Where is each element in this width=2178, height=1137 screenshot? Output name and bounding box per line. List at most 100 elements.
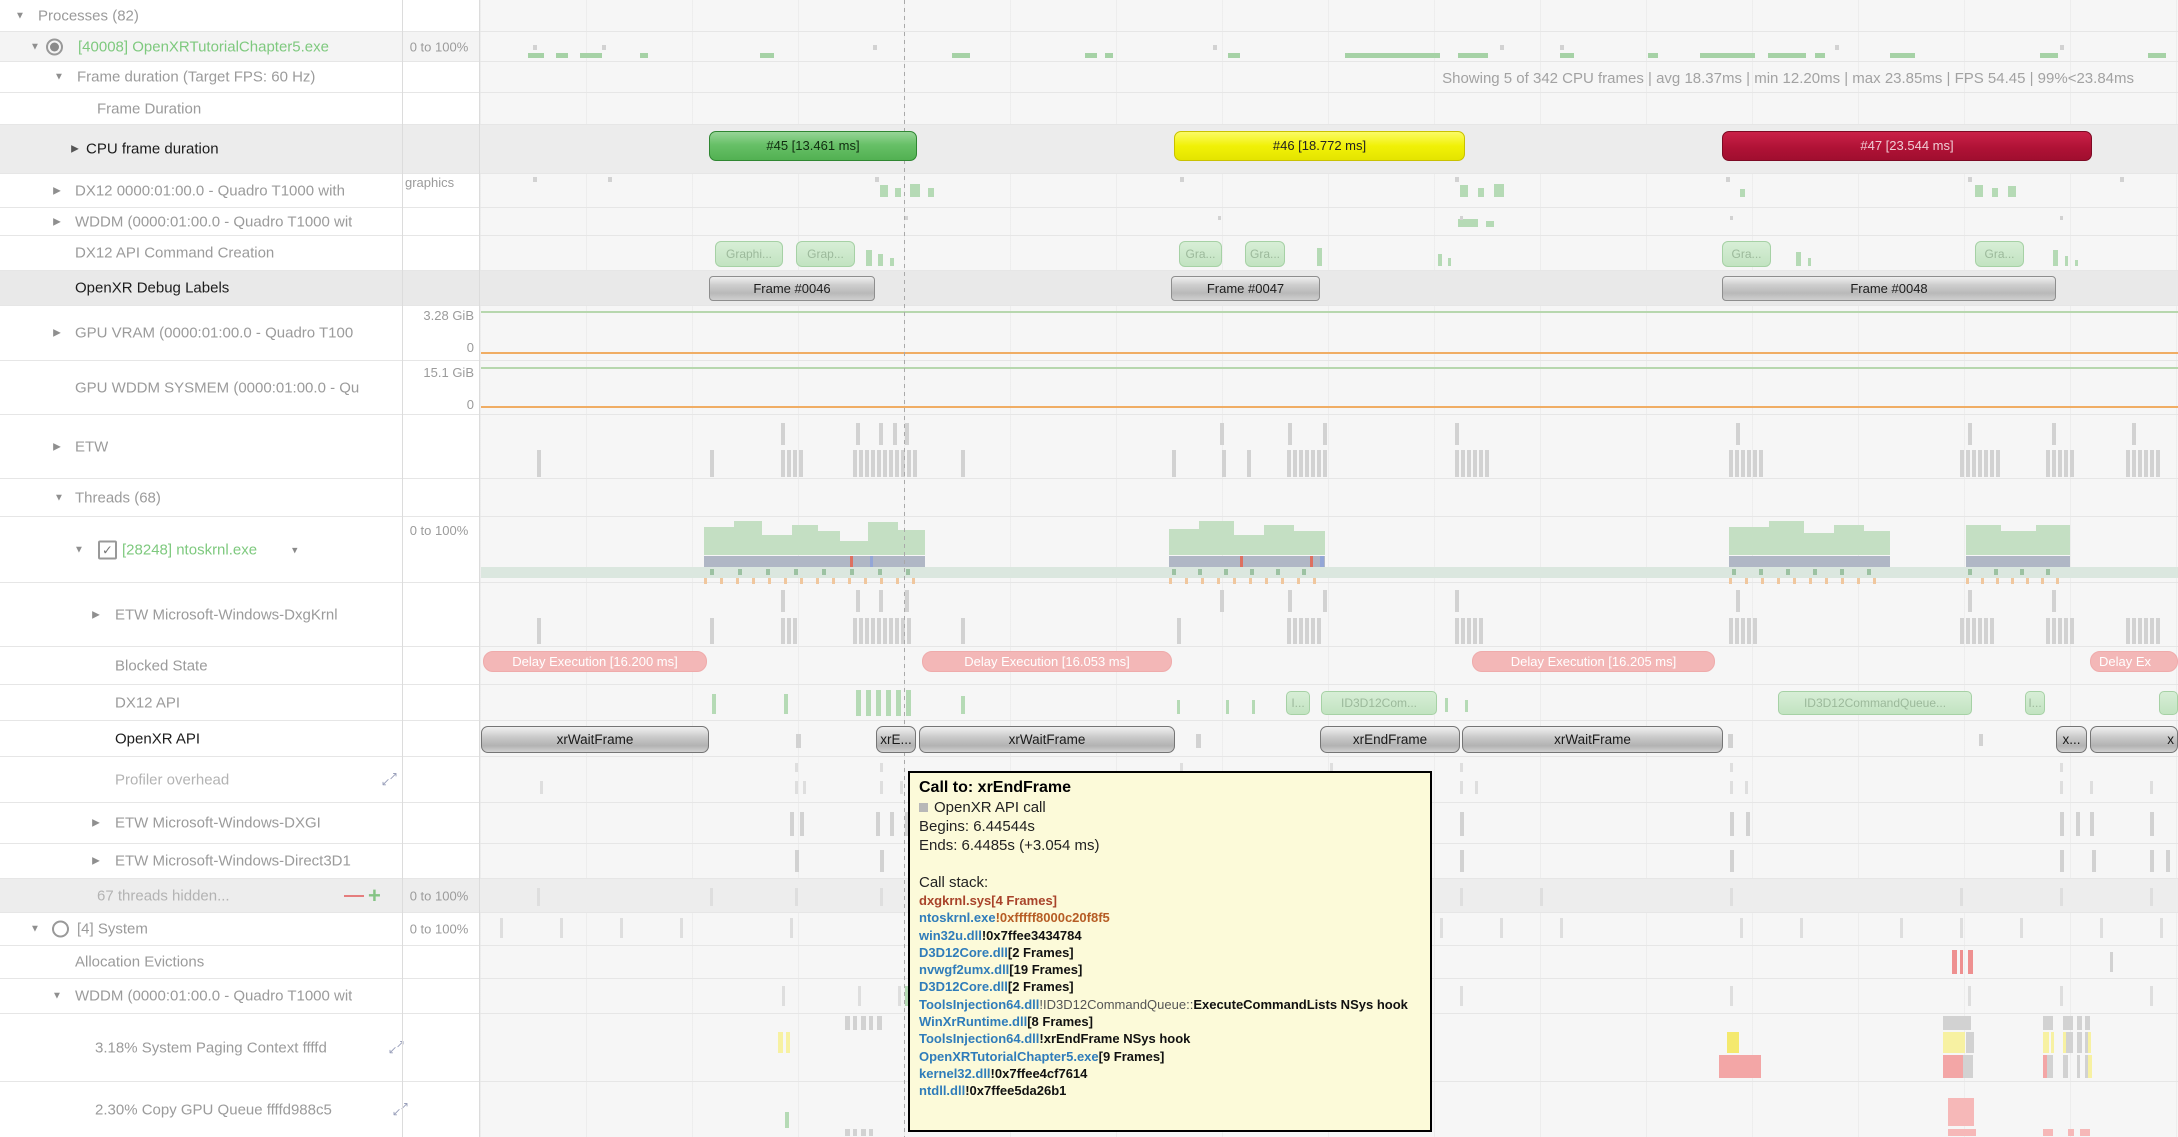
row-label-gpu-vram[interactable]: GPU VRAM (0000:01:00.0 - Quadro T100 [75,325,353,342]
collapse-icon[interactable]: ▼ [50,991,64,1002]
delay-execution-span[interactable]: Delay Ex [2090,651,2178,672]
cmd-creation-span[interactable]: Gra... [1975,241,2024,267]
activity-mark [2150,450,2154,477]
debug-frame-span-0047[interactable]: Frame #0047 [1171,276,1320,301]
activity-mark [2052,618,2056,644]
cpu-frame-bar-45[interactable]: #45 [13.461 ms] [709,131,917,161]
process-radio[interactable] [52,921,69,938]
row-label-dx12-gpu[interactable]: DX12 0000:01:00.0 - Quadro T1000 with [75,182,345,199]
delay-execution-span[interactable]: Delay Execution [16.200 ms] [483,651,707,672]
shrink-button[interactable]: — [344,884,364,907]
cmd-creation-span[interactable]: Gra... [1722,241,1771,267]
sidebar-divider[interactable] [402,0,403,1137]
activity-mark [878,569,882,575]
row-label-process[interactable]: [40008] OpenXRTutorialChapter5.exe [78,38,329,55]
row-label-processes[interactable]: Processes (82) [38,7,139,24]
activity-mark [850,556,853,567]
row-label-wddm2[interactable]: WDDM (0000:01:00.0 - Quadro T1000 wit [75,988,352,1005]
expand-row-icon[interactable]: ↗↙ [392,1101,409,1118]
openxr-call-xrendframe[interactable]: xrEndFrame [1320,726,1460,753]
cmd-creation-span[interactable]: Gra... [1179,241,1222,267]
row-label-etw-dxgi[interactable]: ETW Microsoft-Windows-DXGI [115,815,321,832]
row-label-frame-duration[interactable]: Frame Duration [97,100,201,117]
openxr-call-span[interactable]: x... [2056,726,2087,753]
openxr-call-xrendframe[interactable]: xrE... [876,726,916,753]
row-label-frame-group[interactable]: Frame duration (Target FPS: 60 Hz) [77,69,315,86]
row-label-threads[interactable]: Threads (68) [75,489,161,506]
collapse-icon[interactable]: ▼ [52,72,66,83]
expand-icon[interactable]: ▶ [50,185,64,196]
collapse-icon[interactable]: ▼ [72,544,86,555]
dx12-api-call-span[interactable] [2159,691,2178,715]
cpu-frame-bar-46[interactable]: #46 [18.772 ms] [1174,131,1465,161]
debug-frame-span-0048[interactable]: Frame #0048 [1722,276,2056,301]
row-label-dx12-api[interactable]: DX12 API [115,694,180,711]
row-label-dx12-cmd[interactable]: DX12 API Command Creation [75,245,274,262]
cmd-creation-span[interactable]: Grap... [796,241,855,267]
row-label-gpu-sysmem[interactable]: GPU WDDM SYSMEM (0000:01:00.0 - Qu [75,379,359,396]
row-label-ntoskrnl[interactable]: [28248] ntoskrnl.exe [122,541,257,558]
openxr-call-xrwaitframe[interactable]: xrWaitFrame [1462,726,1723,753]
activity-mark [2085,1032,2088,1053]
activity-mark [961,696,965,714]
dx12-api-call-span[interactable]: I... [1286,691,1310,715]
collapse-icon[interactable]: ▼ [52,492,66,503]
cmd-creation-span[interactable]: Gra... [1245,241,1285,267]
row-label-evictions[interactable]: Allocation Evictions [75,954,204,971]
expand-icon[interactable]: ▶ [50,328,64,339]
row-label-paging[interactable]: 3.18% System Paging Context ffffd [95,1039,327,1056]
thread-checkbox[interactable]: ✓ [98,540,117,559]
row-label-etw-dxgkrnl[interactable]: ETW Microsoft-Windows-DxgKrnl [115,606,338,623]
activity-mark [1478,188,1484,197]
expand-icon[interactable]: ▶ [89,856,103,867]
cmd-creation-span[interactable]: Graphi... [715,241,783,267]
expand-row-icon[interactable]: ↗↙ [381,771,398,788]
delay-execution-span[interactable]: Delay Execution [16.205 ms] [1472,651,1715,672]
activity-mark [2156,450,2160,477]
row-label-etw[interactable]: ETW [75,438,108,455]
activity-mark [540,781,543,794]
row-label-openxr-api[interactable]: OpenXR API [115,730,200,747]
cpu-frame-bar-47[interactable]: #47 [23.544 ms] [1722,131,2092,161]
row-label-copyq[interactable]: 2.30% Copy GPU Queue ffffd988c5 [95,1101,332,1118]
activity-mark [1323,450,1327,477]
debug-frame-span-0046[interactable]: Frame #0046 [709,276,875,301]
openxr-call-span[interactable]: x [2090,726,2178,753]
row-label-profiler[interactable]: Profiler overhead [115,771,229,788]
activity-mark [1975,185,1983,197]
expand-icon[interactable]: ▶ [50,441,64,452]
process-radio[interactable] [46,38,63,55]
row-label-blocked[interactable]: Blocked State [115,657,208,674]
activity-mark [1729,578,1732,584]
tooltip-callstack-label: Call stack: [919,873,1421,892]
row-label-cpu-frame[interactable]: CPU frame duration [86,141,219,158]
expand-icon[interactable]: ▶ [50,216,64,227]
expand-icon[interactable]: ▶ [89,818,103,829]
grow-button[interactable]: + [368,883,381,909]
expand-icon[interactable]: ▶ [68,144,82,155]
activity-mark [2060,45,2064,50]
activity-mark [1305,450,1309,477]
activity-mark [1966,1032,1974,1053]
collapse-icon[interactable]: ▼ [28,924,42,935]
collapse-icon[interactable]: ▼ [28,41,42,52]
openxr-call-xrwaitframe[interactable]: xrWaitFrame [919,726,1175,753]
row-label-system[interactable]: [4] System [77,921,148,938]
activity-mark [1299,450,1303,477]
dx12-api-call-span[interactable]: I... [2025,691,2045,715]
chevron-down-icon[interactable]: ▾ [292,543,298,556]
dx12-api-call-span[interactable]: ID3D12CommandQueue... [1778,691,1972,715]
collapse-icon[interactable]: ▼ [13,10,27,21]
expand-icon[interactable]: ▶ [89,609,103,620]
dx12-api-call-span[interactable]: ID3D12Com... [1321,691,1437,715]
row-label-openxr-debug[interactable]: OpenXR Debug Labels [75,280,229,297]
scale-divider[interactable] [479,0,480,1137]
activity-mark [1768,53,1806,58]
activity-mark [1177,700,1180,714]
openxr-call-xrwaitframe[interactable]: xrWaitFrame [481,726,709,753]
delay-execution-span[interactable]: Delay Execution [16.053 ms] [922,651,1172,672]
row-label-etw-d3d12[interactable]: ETW Microsoft-Windows-Direct3D1 [115,853,351,870]
activity-mark [1233,578,1236,584]
activity-mark [1455,590,1459,612]
row-label-wddm-gpu[interactable]: WDDM (0000:01:00.0 - Quadro T1000 wit [75,213,352,230]
